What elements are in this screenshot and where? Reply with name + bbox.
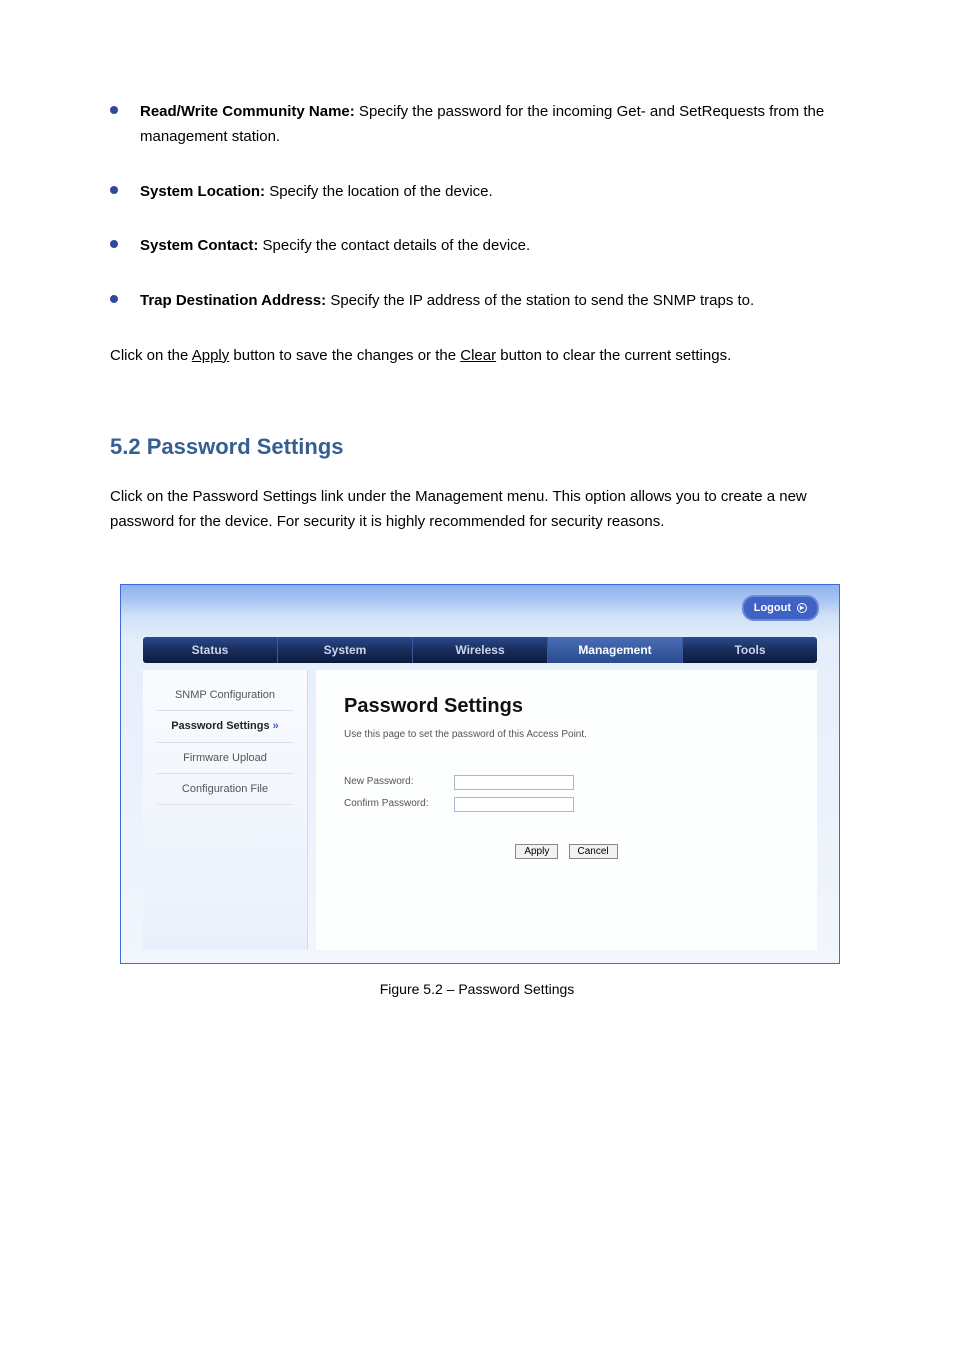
bullet-label: Read/Write Community Name:: [140, 103, 355, 120]
bullet-icon: [110, 240, 118, 248]
management-sidebar: SNMP Configuration Password Settings Fir…: [143, 670, 308, 950]
panel-description: Use this page to set the password of thi…: [344, 727, 789, 744]
tab-status[interactable]: Status: [143, 637, 278, 663]
bullet-item-system-location: System Location: Specify the location of…: [110, 180, 844, 205]
form-row-confirm-password: Confirm Password:: [344, 796, 789, 813]
bullet-label: Trap Destination Address:: [140, 292, 326, 309]
confirm-password-label: Confirm Password:: [344, 796, 454, 813]
bullet-list: Read/Write Community Name: Specify the p…: [110, 100, 844, 314]
tab-management[interactable]: Management: [548, 637, 683, 663]
sidebar-item-snmp-configuration[interactable]: SNMP Configuration: [157, 680, 293, 711]
sidebar-item-configuration-file[interactable]: Configuration File: [157, 774, 293, 805]
new-password-input[interactable]: [454, 775, 574, 790]
sidebar-item-firmware-upload[interactable]: Firmware Upload: [157, 743, 293, 774]
clear-link-text: Clear: [460, 347, 496, 364]
tab-system[interactable]: System: [278, 637, 413, 663]
cancel-button[interactable]: Cancel: [569, 844, 618, 859]
content-panel: Password Settings Use this page to set t…: [316, 670, 817, 950]
bullet-item-read-write-community: Read/Write Community Name: Specify the p…: [110, 100, 844, 150]
bullet-label: System Location:: [140, 183, 265, 200]
section-body: Click on the Password Settings link unde…: [110, 485, 844, 535]
tab-tools[interactable]: Tools: [683, 637, 817, 663]
bullet-item-system-contact: System Contact: Specify the contact deta…: [110, 234, 844, 259]
sidebar-item-password-settings[interactable]: Password Settings: [157, 711, 293, 742]
text: Click on the: [110, 347, 192, 364]
apply-button[interactable]: Apply: [515, 844, 558, 859]
section-title: Password Settings: [141, 434, 344, 459]
form-row-new-password: New Password:: [344, 774, 789, 791]
new-password-label: New Password:: [344, 774, 454, 791]
main-nav-tabs: Status System Wireless Management Tools: [143, 637, 817, 663]
logout-button[interactable]: Logout ▸: [742, 595, 819, 621]
text: button to clear the current settings.: [496, 347, 731, 364]
section-heading-password-settings: 5.2 Password Settings: [110, 429, 844, 465]
figure-caption: Figure 5.2 – Password Settings: [110, 978, 844, 1001]
confirm-password-input[interactable]: [454, 797, 574, 812]
apply-clear-paragraph: Click on the Apply button to save the ch…: [110, 344, 844, 369]
bullet-label: System Contact:: [140, 237, 258, 254]
logout-label: Logout: [754, 599, 791, 617]
apply-link-text: Apply: [192, 347, 230, 364]
bullet-icon: [110, 295, 118, 303]
bullet-text: Specify the contact details of the devic…: [258, 237, 530, 254]
section-number: 5.2: [110, 434, 141, 459]
bullet-text: Specify the IP address of the station to…: [326, 292, 754, 309]
bullet-icon: [110, 106, 118, 114]
bullet-item-trap-destination: Trap Destination Address: Specify the IP…: [110, 289, 844, 314]
arrow-right-icon: ▸: [797, 603, 807, 613]
panel-title: Password Settings: [344, 690, 789, 723]
text: button to save the changes or the: [229, 347, 460, 364]
tab-wireless[interactable]: Wireless: [413, 637, 548, 663]
router-admin-screenshot: Logout ▸ Status System Wireless Manageme…: [120, 584, 840, 964]
panel-button-row: Apply Cancel: [344, 838, 789, 863]
bullet-text: Specify the location of the device.: [265, 183, 493, 200]
bullet-icon: [110, 186, 118, 194]
